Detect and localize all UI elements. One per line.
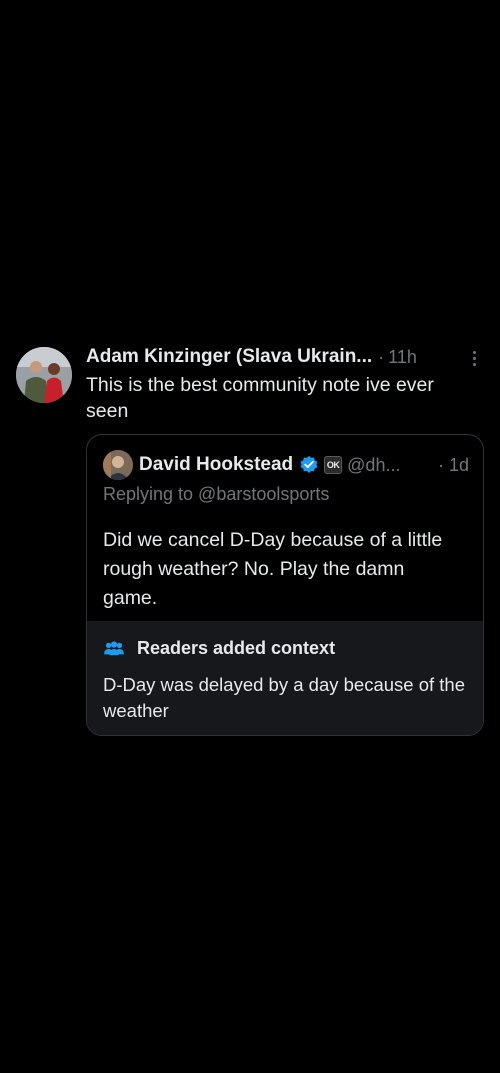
avatar[interactable] (16, 347, 72, 403)
tweet-text: This is the best community note ive ever… (86, 374, 434, 422)
community-note[interactable]: Readers added context D-Day was delayed … (87, 621, 483, 735)
people-icon (104, 640, 124, 655)
author-name[interactable]: Adam Kinzinger (Slava Ukrain... (86, 346, 372, 368)
page: Adam Kinzinger (Slava Ukrain... · 11h Th… (0, 0, 500, 1073)
quoted-time[interactable]: · 1d (438, 455, 473, 476)
replying-to: Replying to @barstoolsports (103, 484, 330, 504)
more-vertical-icon[interactable] (466, 347, 482, 369)
quoted-header: David Hookstead OK @dh... · 1d (103, 449, 473, 481)
quoted-avatar (103, 450, 133, 480)
community-note-header: Readers added context (103, 638, 335, 659)
tweet-time[interactable]: 11h (388, 347, 417, 368)
quoted-author-name[interactable]: David Hookstead (139, 454, 293, 476)
quoted-handle[interactable]: @dh... (347, 455, 400, 476)
affiliate-badge: OK (324, 456, 343, 474)
separator-dot: · (378, 346, 385, 367)
community-note-text: D-Day was delayed by a day because of th… (103, 674, 465, 721)
quoted-text: Did we cancel D-Day because of a little … (103, 529, 443, 609)
community-note-title: Readers added context (137, 638, 336, 658)
verified-badge-icon (300, 455, 318, 473)
quoted-tweet[interactable]: David Hookstead OK @dh... · 1d Replying … (86, 434, 484, 736)
tweet-header: Adam Kinzinger (Slava Ukrain... · 11h (86, 345, 481, 369)
